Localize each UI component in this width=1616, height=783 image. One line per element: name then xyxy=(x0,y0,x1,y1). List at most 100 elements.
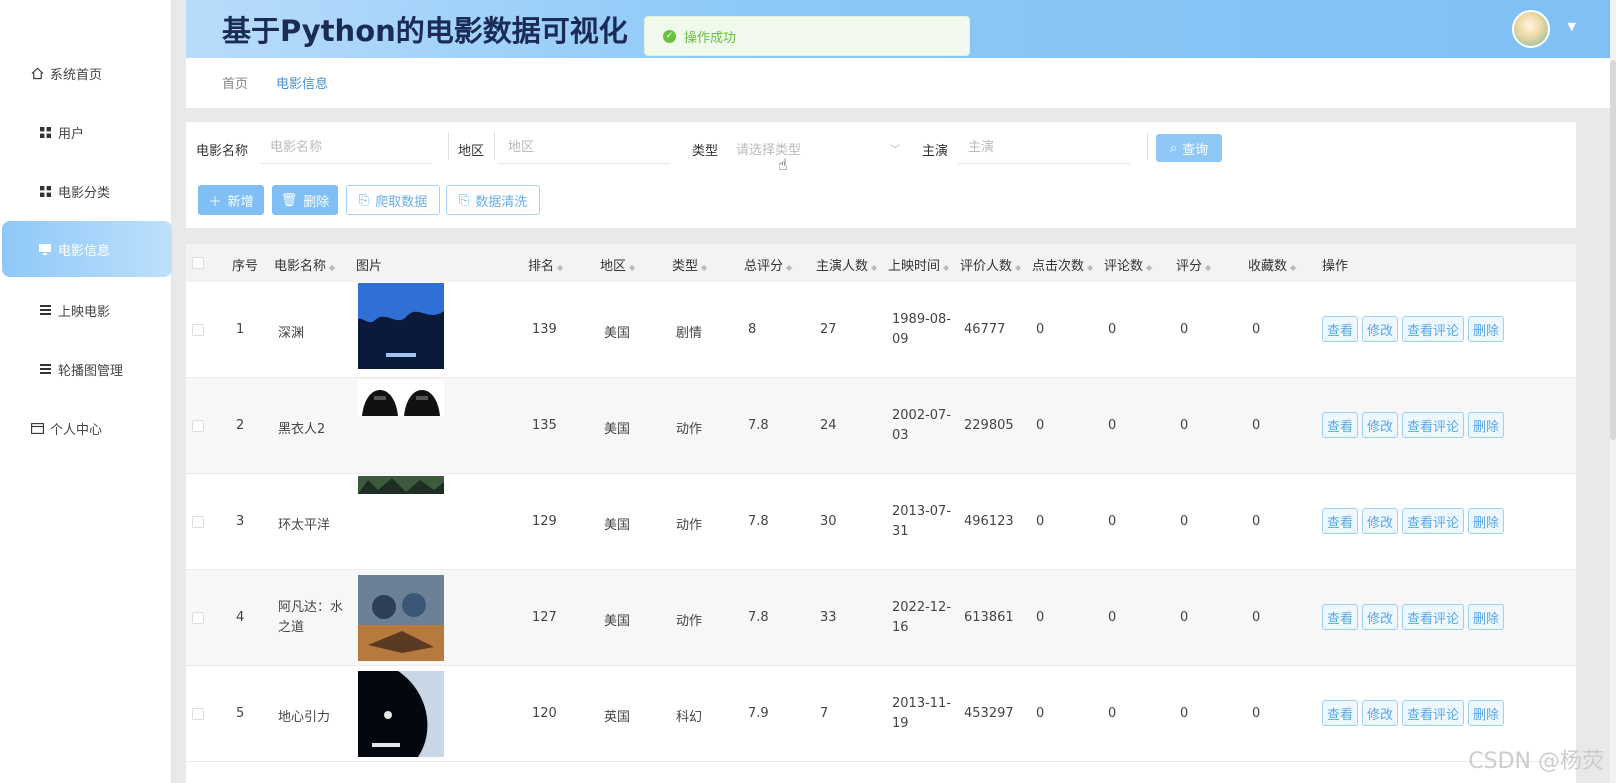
row-checkbox[interactable] xyxy=(192,612,204,624)
delete-row-button[interactable]: 删除 xyxy=(1468,316,1505,342)
col-rank[interactable]: 排名 ◆ xyxy=(528,255,563,274)
sort-icon: ◆ xyxy=(557,263,564,272)
cell-name: 地心引力 xyxy=(278,710,331,725)
col-date-label: 上映时间 xyxy=(888,259,941,274)
monitor-icon xyxy=(38,242,52,256)
col-date[interactable]: 上映时间 ◆ xyxy=(888,255,949,274)
view-comments-button[interactable]: 查看评论 xyxy=(1402,316,1465,342)
sort-icon: ◆ xyxy=(871,263,878,272)
type-select[interactable]: 请选择类型 ﹀ xyxy=(726,132,906,164)
edit-button[interactable]: 修改 xyxy=(1362,604,1399,630)
cell-region: 美国 xyxy=(604,326,631,341)
col-region[interactable]: 地区 ◆ xyxy=(600,255,635,274)
table-row[interactable]: 5 地心引力 120 英国 科幻 7.9 7 2013-11-19 453297… xyxy=(186,666,1576,762)
breadcrumb: 首页 电影信息 xyxy=(186,58,1612,108)
sidebar-item-movie-info[interactable]: 电影信息 xyxy=(2,221,172,277)
avatar[interactable] xyxy=(1512,10,1550,48)
cell-rank: 127 xyxy=(532,610,557,625)
cell-comments: 0 xyxy=(1108,514,1117,529)
col-rank-label: 排名 xyxy=(528,259,555,274)
view-button[interactable]: 查看 xyxy=(1322,316,1359,342)
cell-reviews: 46777 xyxy=(964,322,1006,337)
cell-date: 2002-07-03 xyxy=(892,408,952,443)
col-type[interactable]: 类型 ◆ xyxy=(672,255,707,274)
table-row[interactable]: 3 环太平洋 129 美国 动作 7.8 30 2013-07-31 49612… xyxy=(186,474,1576,570)
delete-row-button[interactable]: 删除 xyxy=(1468,700,1505,726)
cell-score: 7.8 xyxy=(748,514,769,529)
sidebar-item-label: 系统首页 xyxy=(50,67,103,83)
cell-clicks: 0 xyxy=(1036,514,1045,529)
col-actors[interactable]: 主演人数 ◆ xyxy=(816,255,877,274)
row-actions: 查看 修改 查看评论 删除 xyxy=(1322,316,1505,342)
pointer-cursor-icon: ☝ xyxy=(778,155,788,174)
view-button[interactable]: 查看 xyxy=(1322,604,1359,630)
cell-clicks: 0 xyxy=(1036,322,1045,337)
sidebar-item-movie-category[interactable]: 电影分类 xyxy=(0,163,172,219)
actor-input[interactable] xyxy=(958,132,1130,164)
breadcrumb-home[interactable]: 首页 xyxy=(222,73,248,92)
row-actions: 查看 修改 查看评论 删除 xyxy=(1322,700,1505,726)
view-comments-button[interactable]: 查看评论 xyxy=(1402,700,1465,726)
delete-row-button[interactable]: 删除 xyxy=(1468,508,1505,534)
cell-type: 剧情 xyxy=(676,326,703,341)
chevron-down-icon[interactable]: ▼ xyxy=(1568,20,1576,33)
view-button[interactable]: 查看 xyxy=(1322,508,1359,534)
row-checkbox[interactable] xyxy=(192,420,204,432)
query-button[interactable]: ⌕ 查询 xyxy=(1156,134,1222,162)
cell-rating: 0 xyxy=(1180,610,1189,625)
view-comments-button[interactable]: 查看评论 xyxy=(1402,508,1465,534)
row-checkbox[interactable] xyxy=(192,516,204,528)
cell-rating: 0 xyxy=(1180,418,1189,433)
table-row[interactable]: 1 深渊 139 美国 剧情 8 27 1989-08-09 46777 0 0… xyxy=(186,282,1576,378)
sidebar-item-users[interactable]: 用户 xyxy=(0,104,172,160)
delete-row-button[interactable]: 删除 xyxy=(1468,412,1505,438)
cell-rank: 135 xyxy=(532,418,557,433)
search-panel: 电影名称 地区 类型 请选择类型 ﹀ 主演 ⌕ 查询 ＋ 新增 🗑 删除 ⎘ 爬… xyxy=(186,122,1576,228)
crawl-data-button[interactable]: ⎘ 爬取数据 xyxy=(346,185,440,215)
table-row[interactable]: 2 黑衣人2 135 美国 动作 7.8 24 2002-07-03 22980… xyxy=(186,378,1576,474)
col-region-label: 地区 xyxy=(600,259,627,274)
view-comments-button[interactable]: 查看评论 xyxy=(1402,412,1465,438)
add-button[interactable]: ＋ 新增 xyxy=(198,185,264,215)
cell-comments: 0 xyxy=(1108,706,1117,721)
select-all-checkbox[interactable] xyxy=(192,257,204,269)
sidebar-item-label: 电影分类 xyxy=(58,185,111,201)
col-favs[interactable]: 收藏数 ◆ xyxy=(1248,255,1296,274)
watermark: CSDN @杨荧 xyxy=(1468,749,1604,774)
row-checkbox[interactable] xyxy=(192,324,204,336)
edit-button[interactable]: 修改 xyxy=(1362,316,1399,342)
edit-button[interactable]: 修改 xyxy=(1362,508,1399,534)
region-input[interactable] xyxy=(498,132,670,164)
view-button[interactable]: 查看 xyxy=(1322,412,1359,438)
cell-reviews: 496123 xyxy=(964,514,1014,529)
row-actions: 查看 修改 查看评论 删除 xyxy=(1322,508,1505,534)
col-reviews[interactable]: 评价人数 ◆ xyxy=(960,255,1021,274)
sidebar-item-profile[interactable]: 个人中心 xyxy=(0,400,172,456)
edit-button[interactable]: 修改 xyxy=(1362,412,1399,438)
col-comments[interactable]: 评论数 ◆ xyxy=(1104,255,1152,274)
cell-actors: 27 xyxy=(820,322,837,337)
edit-button[interactable]: 修改 xyxy=(1362,700,1399,726)
page-scrollbar[interactable] xyxy=(1610,0,1616,783)
scrollbar-thumb[interactable] xyxy=(1610,60,1616,440)
col-clicks[interactable]: 点击次数 ◆ xyxy=(1032,255,1093,274)
view-button[interactable]: 查看 xyxy=(1322,700,1359,726)
movie-name-input[interactable] xyxy=(260,132,432,164)
view-comments-button[interactable]: 查看评论 xyxy=(1402,604,1465,630)
sidebar-item-carousel[interactable]: 轮播图管理 xyxy=(0,341,172,397)
sidebar-item-released-movies[interactable]: 上映电影 xyxy=(0,282,172,338)
sidebar-item-home[interactable]: 系统首页 xyxy=(0,45,172,101)
row-checkbox[interactable] xyxy=(192,708,204,720)
delete-row-button[interactable]: 删除 xyxy=(1468,604,1505,630)
cell-actors: 30 xyxy=(820,514,837,529)
cell-favs: 0 xyxy=(1252,322,1261,337)
table-row[interactable]: 4 阿凡达：水之道 127 美国 动作 7.8 33 2022-12-16 61… xyxy=(186,570,1576,666)
col-score[interactable]: 总评分 ◆ xyxy=(744,255,792,274)
col-name[interactable]: 电影名称 ◆ xyxy=(274,255,335,274)
grid-icon xyxy=(38,184,52,198)
clean-data-button[interactable]: ⎘ 数据清洗 xyxy=(446,185,540,215)
col-rating[interactable]: 评分 ◆ xyxy=(1176,255,1211,274)
delete-button[interactable]: 🗑 删除 xyxy=(272,185,338,215)
cell-score: 7.9 xyxy=(748,706,769,721)
cell-reviews: 229805 xyxy=(964,418,1014,433)
